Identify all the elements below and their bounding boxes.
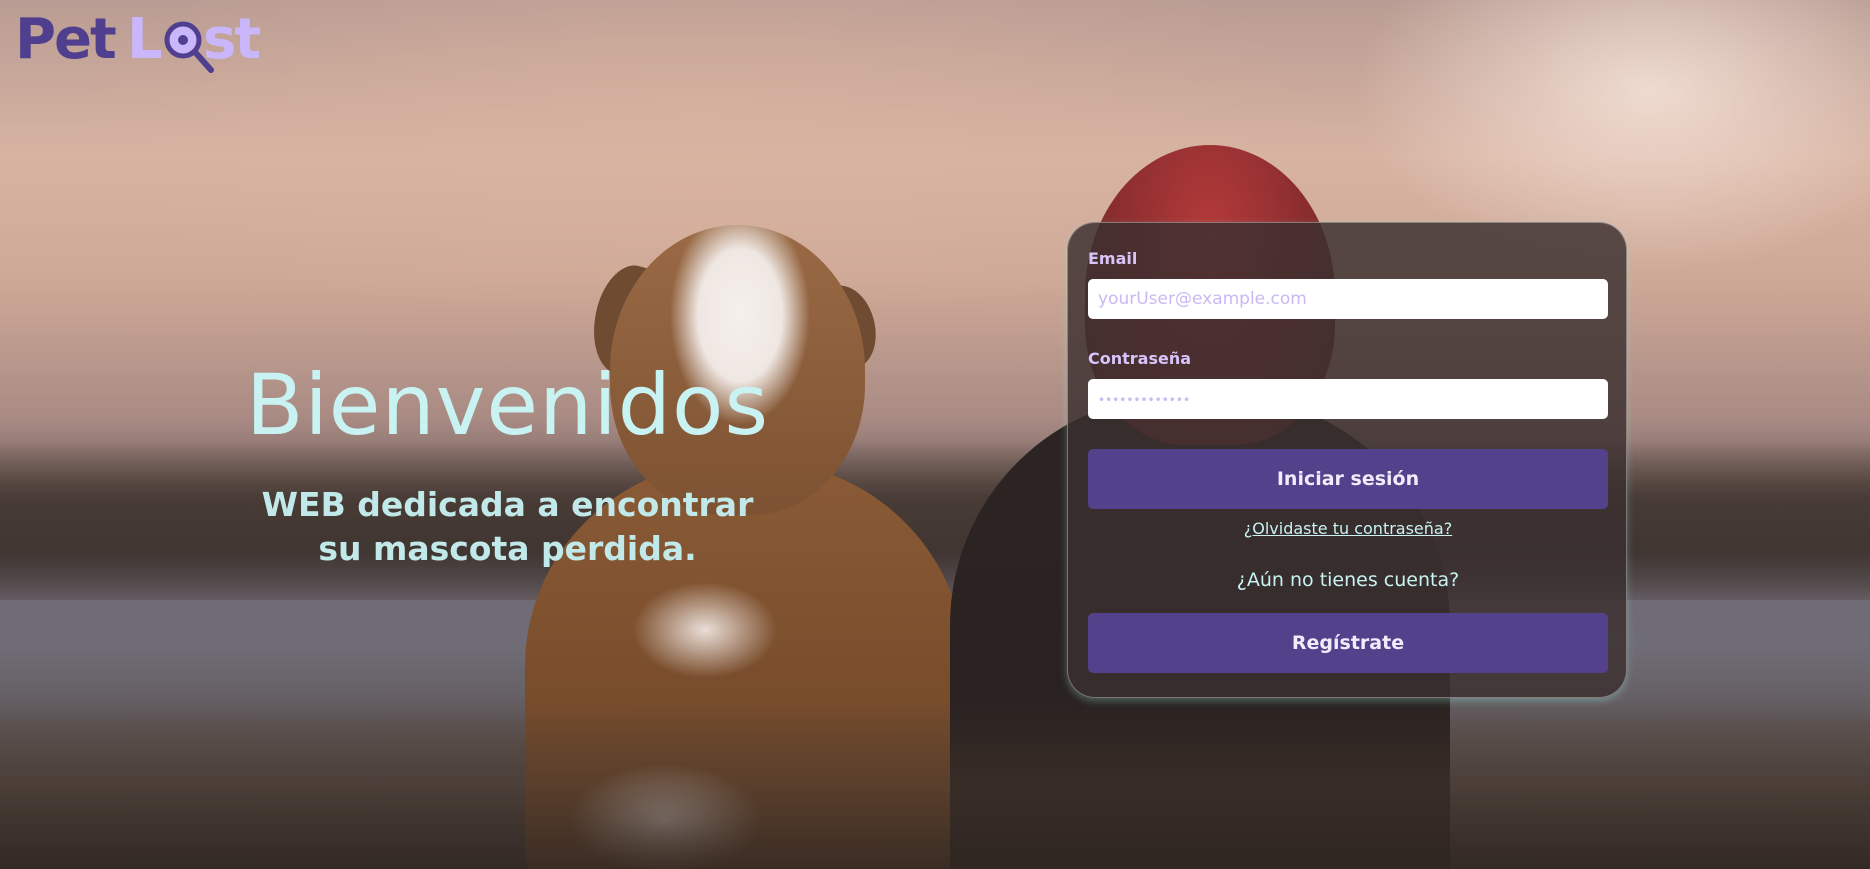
hero-subtitle: WEB dedicada a encontrar su mascota perd… bbox=[261, 485, 754, 568]
login-button[interactable]: Iniciar sesión bbox=[1088, 449, 1608, 509]
password-input[interactable] bbox=[1088, 379, 1608, 419]
svg-text:L: L bbox=[127, 7, 162, 72]
email-input[interactable] bbox=[1088, 279, 1608, 319]
logo-wordmark: Pet L st bbox=[15, 7, 262, 73]
svg-text:Pet: Pet bbox=[15, 7, 116, 72]
forgot-password-link[interactable]: ¿Olvidaste tu contraseña? bbox=[1068, 519, 1628, 538]
hero-section: Bienvenidos WEB dedicada a encontrar su … bbox=[230, 355, 785, 571]
svg-text:st: st bbox=[203, 7, 260, 72]
login-card: Email Contraseña Iniciar sesión ¿Olvidas… bbox=[1067, 222, 1627, 698]
petlost-logo[interactable]: Pet L st bbox=[15, 6, 270, 86]
password-label: Contraseña bbox=[1088, 349, 1192, 368]
no-account-text: ¿Aún no tienes cuenta? bbox=[1236, 569, 1460, 591]
hero-title: Bienvenidos bbox=[245, 356, 770, 454]
register-button[interactable]: Regístrate bbox=[1088, 613, 1608, 673]
background-grass bbox=[0, 699, 1870, 869]
email-label: Email bbox=[1088, 249, 1138, 268]
